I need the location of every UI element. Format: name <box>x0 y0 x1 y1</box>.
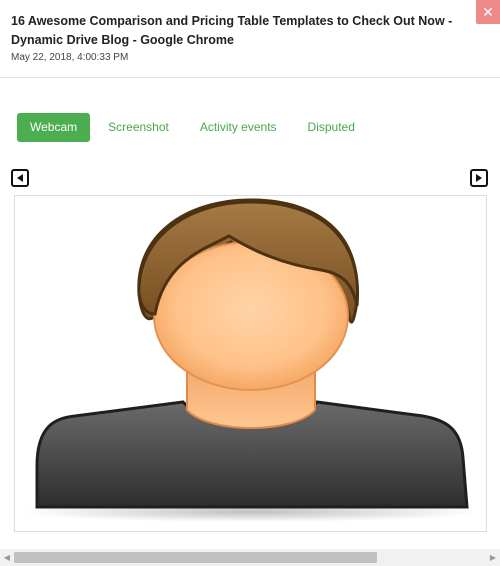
tab-disputed[interactable]: Disputed <box>295 113 368 142</box>
snapshot-dialog: 16 Awesome Comparison and Pricing Table … <box>0 0 500 566</box>
avatar-placeholder <box>21 198 481 522</box>
close-icon: ✕ <box>482 3 494 20</box>
window-title: 16 Awesome Comparison and Pricing Table … <box>11 14 453 47</box>
tab-webcam[interactable]: Webcam <box>17 113 91 142</box>
scroll-right-icon[interactable]: ▶ <box>486 549 500 566</box>
next-button[interactable] <box>470 169 488 187</box>
tab-activity-events[interactable]: Activity events <box>187 113 290 142</box>
previous-button[interactable] <box>11 169 29 187</box>
triangle-right-icon <box>476 174 482 182</box>
triangle-left-icon <box>17 174 23 182</box>
scrollbar-thumb[interactable] <box>14 552 377 563</box>
scroll-left-icon[interactable]: ◀ <box>0 549 14 566</box>
close-button[interactable]: ✕ <box>476 0 500 24</box>
tab-screenshot[interactable]: Screenshot <box>95 113 182 142</box>
tab-bar: Webcam Screenshot Activity events Disput… <box>17 113 373 142</box>
horizontal-scrollbar[interactable]: ◀ ▶ <box>0 549 500 566</box>
webcam-image-frame <box>14 195 487 532</box>
capture-timestamp: May 22, 2018, 4:00:33 PM <box>11 52 129 63</box>
dialog-header: 16 Awesome Comparison and Pricing Table … <box>0 0 500 78</box>
